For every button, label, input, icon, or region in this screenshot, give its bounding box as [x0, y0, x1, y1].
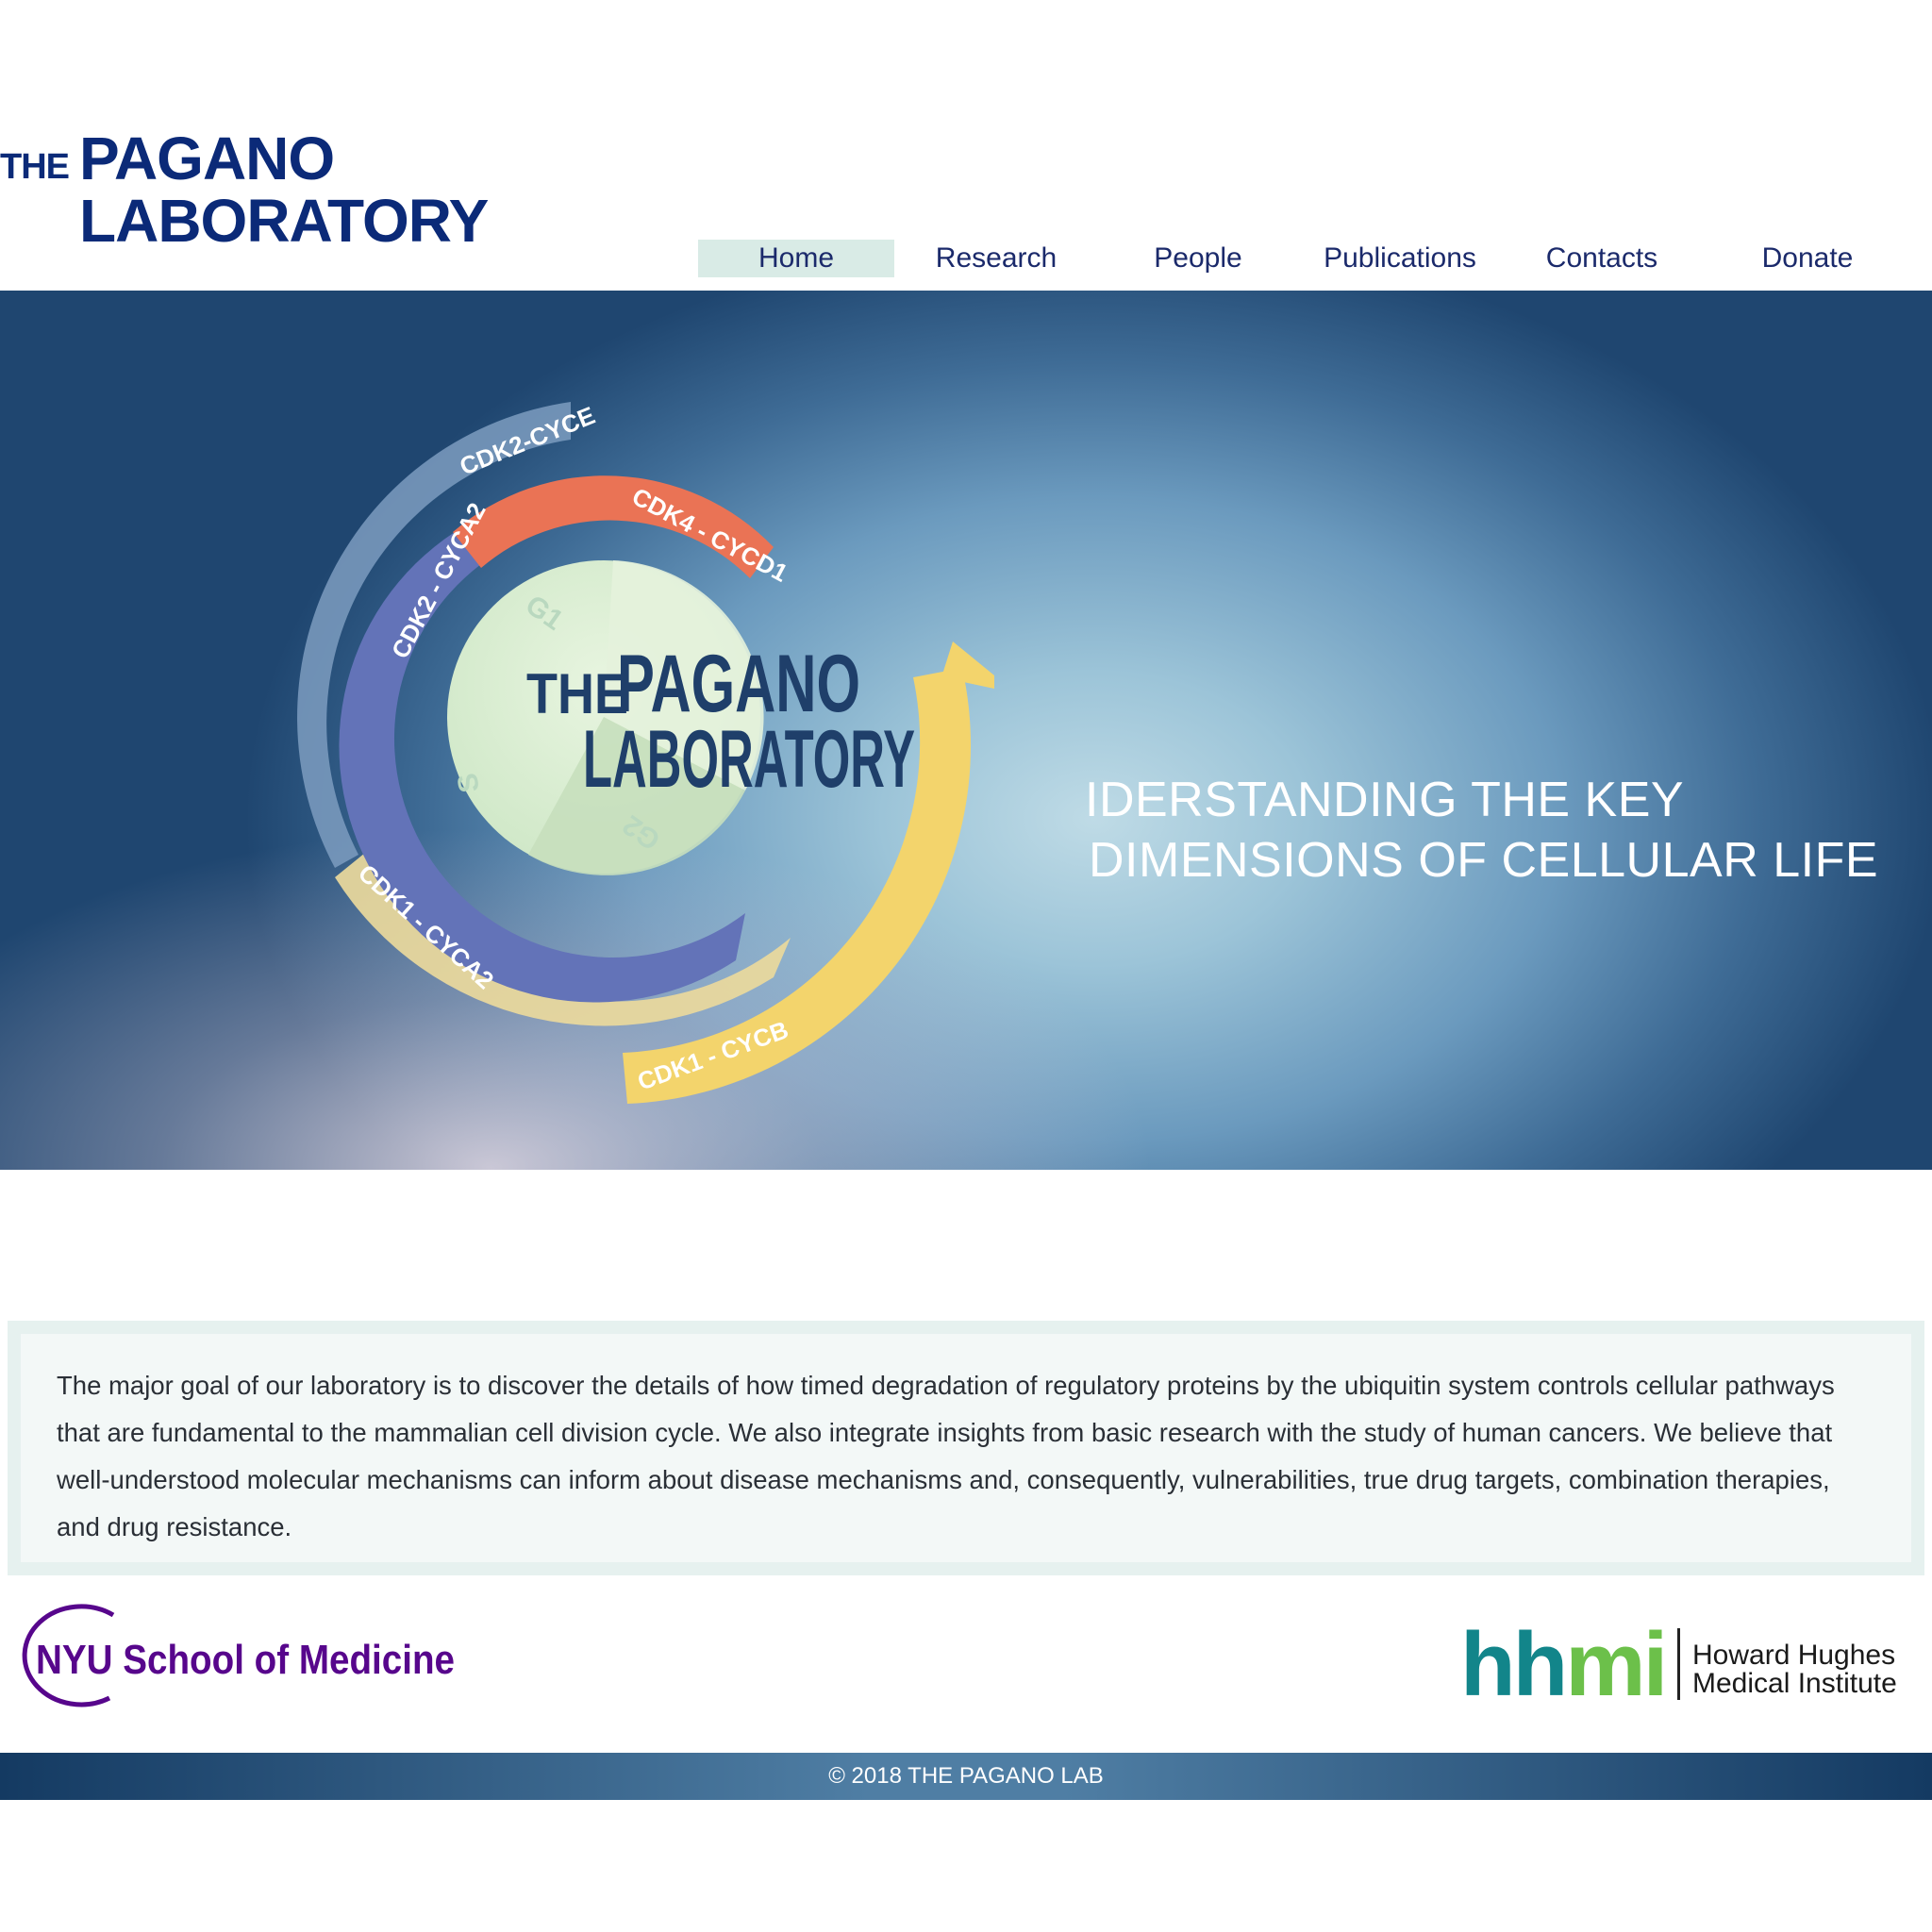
nav-people[interactable]: People: [1100, 240, 1296, 277]
cell-cycle-graphic: G1 S G2 THE PAGANO LABORATORY CDK2-CYCE …: [297, 401, 994, 1104]
phase-s: S: [452, 771, 486, 794]
hhmi-name: Howard Hughes Medical Institute: [1692, 1641, 1897, 1698]
hhmi-mark-mi: mi: [1565, 1614, 1668, 1715]
nav-contacts[interactable]: Contacts: [1504, 240, 1700, 277]
hhmi-divider: [1677, 1628, 1680, 1700]
hero-tagline: IDERSTANDING THE KEY DIMENSIONS OF CELLU…: [1085, 770, 1878, 891]
graphic-laboratory: LABORATORY: [583, 714, 915, 805]
logo-the: THE: [0, 147, 70, 187]
nyu-logo-swoosh-icon: NYU School of Medicine: [22, 1604, 455, 1707]
nyu-school-of-medicine-logo[interactable]: NYU School of Medicine: [19, 1604, 472, 1717]
copyright-text: © 2018 THE PAGANO LAB: [828, 1763, 1104, 1789]
nyu-logo-text: NYU School of Medicine: [36, 1637, 455, 1683]
logo-pagano: PAGANO: [79, 125, 335, 192]
nav-publications[interactable]: Publications: [1302, 240, 1498, 277]
hhmi-mark-hh: hh: [1460, 1614, 1568, 1715]
hhmi-mark: hhmi: [1460, 1620, 1668, 1710]
hero-tagline-line1: IDERSTANDING THE KEY: [1085, 773, 1685, 827]
mission-text: The major goal of our laboratory is to d…: [21, 1334, 1911, 1562]
mission-statement: The major goal of our laboratory is to d…: [8, 1321, 1924, 1575]
site-footer: © 2018 THE PAGANO LAB: [0, 1753, 1932, 1800]
hhmi-logo[interactable]: hhmi Howard Hughes Medical Institute: [1460, 1620, 1913, 1710]
hero-tagline-line2: DIMENSIONS OF CELLULAR LIFE: [1089, 833, 1879, 888]
logo-laboratory: LABORATORY: [79, 187, 489, 255]
hhmi-name-line2: Medical Institute: [1692, 1668, 1897, 1699]
nav-donate[interactable]: Donate: [1709, 240, 1906, 277]
hhmi-name-line1: Howard Hughes: [1692, 1640, 1896, 1671]
nav-research[interactable]: Research: [898, 240, 1094, 277]
hero-banner: G1 S G2 THE PAGANO LABORATORY CDK2-CYCE …: [0, 291, 1932, 1170]
site-header: THE PAGANO LABORATORY Home Research Peop…: [0, 0, 1932, 291]
nav-home[interactable]: Home: [698, 240, 894, 277]
